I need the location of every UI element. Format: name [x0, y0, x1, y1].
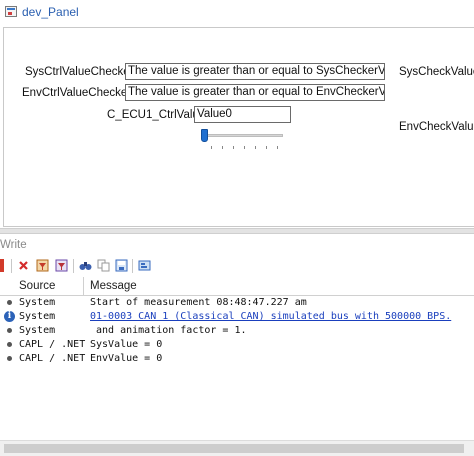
info-icon: i: [4, 311, 15, 322]
column-header-source[interactable]: Source: [19, 280, 55, 292]
toolbar-divider: [73, 259, 74, 273]
filter-settings-icon[interactable]: [55, 259, 68, 272]
write-title[interactable]: Write: [0, 239, 27, 251]
slider-tick: [244, 146, 245, 149]
table-row[interactable]: CAPL / .NET SysValue = 0: [0, 338, 474, 352]
bullet-icon: [7, 300, 12, 305]
slider-tick: [233, 146, 234, 149]
bullet-icon: [7, 328, 12, 333]
row-source: System: [19, 297, 56, 308]
slider-tick: [266, 146, 267, 149]
panel-titlebar: dev_Panel: [0, 0, 474, 25]
row-source: CAPL / .NET: [19, 339, 86, 350]
column-header-message[interactable]: Message: [90, 280, 137, 292]
row-source: System: [19, 311, 56, 322]
row-message: Start of measurement 08:48:47.227 am: [90, 297, 307, 308]
write-titlebar: Write: [0, 234, 474, 254]
sys-ctrl-label: SysCtrlValueChecker:: [25, 66, 137, 78]
row-source: System: [19, 325, 56, 336]
toolbar-divider: [11, 259, 12, 273]
table-row[interactable]: CAPL / .NET EnvValue = 0: [0, 352, 474, 366]
row-message: SysValue = 0: [90, 339, 163, 350]
env-ctrl-label: EnvCtrlValueChecker:: [22, 87, 135, 99]
ecu-slider-thumb[interactable]: [201, 129, 208, 142]
slider-tick: [255, 146, 256, 149]
row-message: and animation factor = 1.: [96, 325, 247, 336]
write-toolbar: [0, 255, 474, 277]
write-grid-header: Source Message: [0, 277, 474, 296]
slider-tick: [222, 146, 223, 149]
table-row[interactable]: System and animation factor = 1.: [0, 324, 474, 338]
filter-icon[interactable]: [36, 259, 49, 272]
panel-body: SysCtrlValueChecker: The value is greate…: [0, 24, 474, 228]
table-row[interactable]: System Start of measurement 08:48:47.227…: [0, 296, 474, 310]
env-check-label: EnvCheckValue:: [399, 121, 474, 133]
ecu-ctrl-value-field[interactable]: Value0: [194, 106, 291, 123]
column-divider[interactable]: [83, 277, 84, 295]
bullet-icon: [7, 342, 12, 347]
toolbar-divider: [132, 259, 133, 273]
panel-icon: [5, 6, 17, 17]
row-source: CAPL / .NET: [19, 353, 86, 364]
slider-tick: [277, 146, 278, 149]
table-row[interactable]: i System 01-0003 CAN 1 (Classical CAN) s…: [0, 310, 474, 324]
bullet-icon: [7, 356, 12, 361]
save-icon[interactable]: [115, 259, 128, 272]
row-message: EnvValue = 0: [90, 353, 163, 364]
copy-icon[interactable]: [97, 259, 110, 272]
properties-icon[interactable]: [138, 259, 151, 272]
find-icon[interactable]: [79, 259, 92, 272]
ecu-slider-track[interactable]: [201, 134, 283, 137]
panel-title[interactable]: dev_Panel: [22, 5, 79, 19]
env-ctrl-value-field[interactable]: The value is greater than or equal to En…: [125, 84, 385, 101]
sys-ctrl-value-field[interactable]: The value is greater than or equal to Sy…: [125, 63, 385, 80]
scrollbar-thumb[interactable]: [4, 444, 464, 453]
slider-tick: [211, 146, 212, 149]
clear-icon[interactable]: [0, 259, 4, 272]
sys-check-label: SysCheckValue:: [399, 66, 474, 78]
row-message-link[interactable]: 01-0003 CAN 1 (Classical CAN) simulated …: [90, 311, 451, 322]
delete-icon[interactable]: [17, 259, 30, 272]
horizontal-scrollbar[interactable]: [0, 440, 474, 456]
